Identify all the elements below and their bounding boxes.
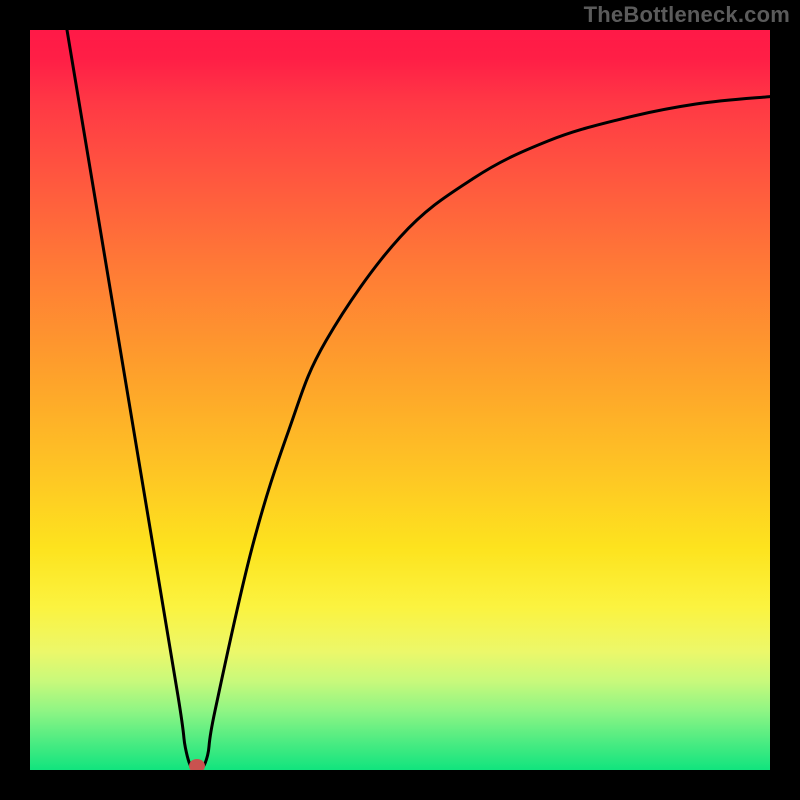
bottleneck-curve-path	[67, 30, 770, 770]
chart-frame: TheBottleneck.com	[0, 0, 800, 800]
curve-svg	[30, 30, 770, 770]
watermark-text: TheBottleneck.com	[584, 2, 790, 28]
plot-area	[30, 30, 770, 770]
optimum-marker	[189, 759, 205, 770]
